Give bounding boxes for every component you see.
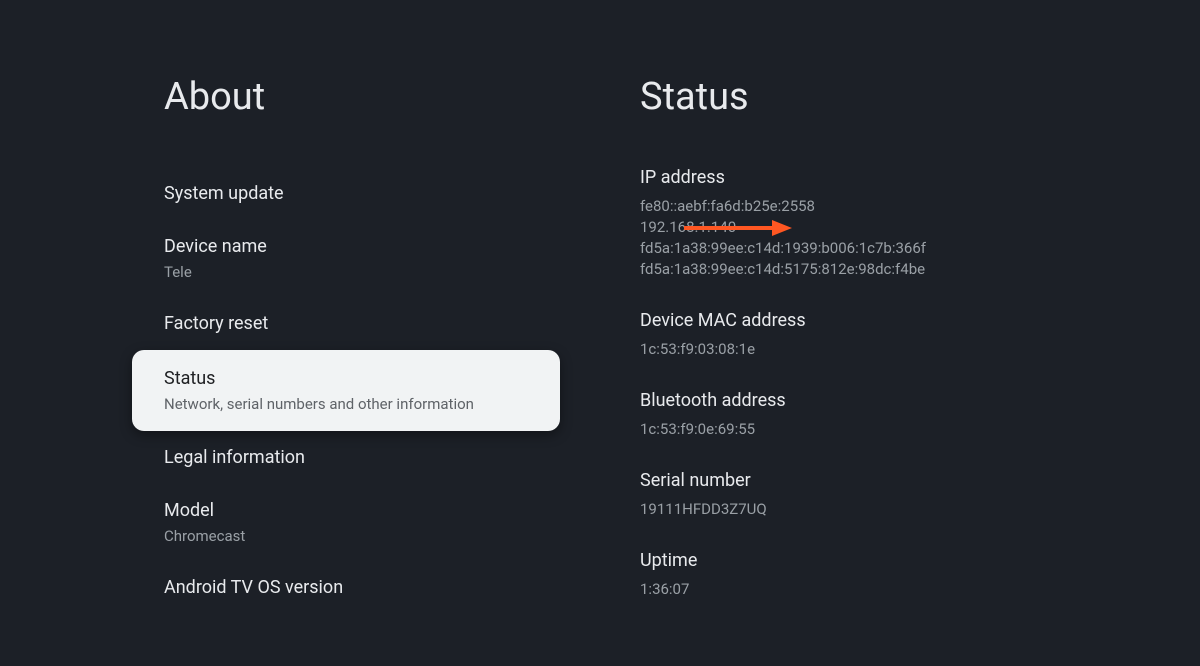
menu-item-subtitle: Chromecast: [164, 527, 568, 545]
menu-item-title: System update: [164, 183, 568, 204]
menu-item-factory-reset[interactable]: Factory reset: [0, 297, 600, 350]
menu-item-title: Status: [164, 368, 528, 389]
detail-value: 19111HFDD3Z7UQ: [640, 499, 1200, 520]
status-panel: Status IP address fe80::aebf:fa6d:b25e:2…: [600, 0, 1200, 666]
menu-item-subtitle: Tele: [164, 263, 568, 281]
detail-value: 1c:53:f9:0e:69:55: [640, 419, 1200, 440]
menu-item-title: Legal information: [164, 447, 568, 468]
menu-item-title: Factory reset: [164, 313, 568, 334]
detail-value: 1:36:07: [640, 579, 1200, 600]
menu-item-legal-information[interactable]: Legal information: [0, 431, 600, 484]
about-title: About: [0, 75, 600, 119]
menu-list: System update Device name Tele Factory r…: [0, 167, 600, 614]
menu-item-system-update[interactable]: System update: [0, 167, 600, 220]
detail-label: Serial number: [640, 470, 1200, 491]
detail-uptime: Uptime 1:36:07: [640, 550, 1200, 600]
menu-item-title: Device name: [164, 236, 568, 257]
menu-item-device-name[interactable]: Device name Tele: [0, 220, 600, 297]
detail-serial-number: Serial number 19111HFDD3Z7UQ: [640, 470, 1200, 520]
detail-bluetooth-address: Bluetooth address 1c:53:f9:0e:69:55: [640, 390, 1200, 440]
menu-item-status[interactable]: Status Network, serial numbers and other…: [132, 350, 560, 431]
menu-item-model[interactable]: Model Chromecast: [0, 484, 600, 561]
detail-value: 1c:53:f9:03:08:1e: [640, 339, 1200, 360]
detail-ip-address: IP address fe80::aebf:fa6d:b25e:2558 192…: [640, 167, 1200, 280]
detail-label: Device MAC address: [640, 310, 1200, 331]
detail-label: Uptime: [640, 550, 1200, 571]
menu-item-title: Model: [164, 500, 568, 521]
about-panel: About System update Device name Tele Fac…: [0, 0, 600, 666]
menu-item-title: Android TV OS version: [164, 577, 568, 598]
detail-value: fe80::aebf:fa6d:b25e:2558 192.168.1.140 …: [640, 196, 1200, 280]
menu-item-android-tv-os-version[interactable]: Android TV OS version: [0, 561, 600, 614]
detail-mac-address: Device MAC address 1c:53:f9:03:08:1e: [640, 310, 1200, 360]
menu-item-subtitle: Network, serial numbers and other inform…: [164, 395, 528, 413]
detail-label: Bluetooth address: [640, 390, 1200, 411]
status-title: Status: [640, 75, 1200, 119]
detail-label: IP address: [640, 167, 1200, 188]
